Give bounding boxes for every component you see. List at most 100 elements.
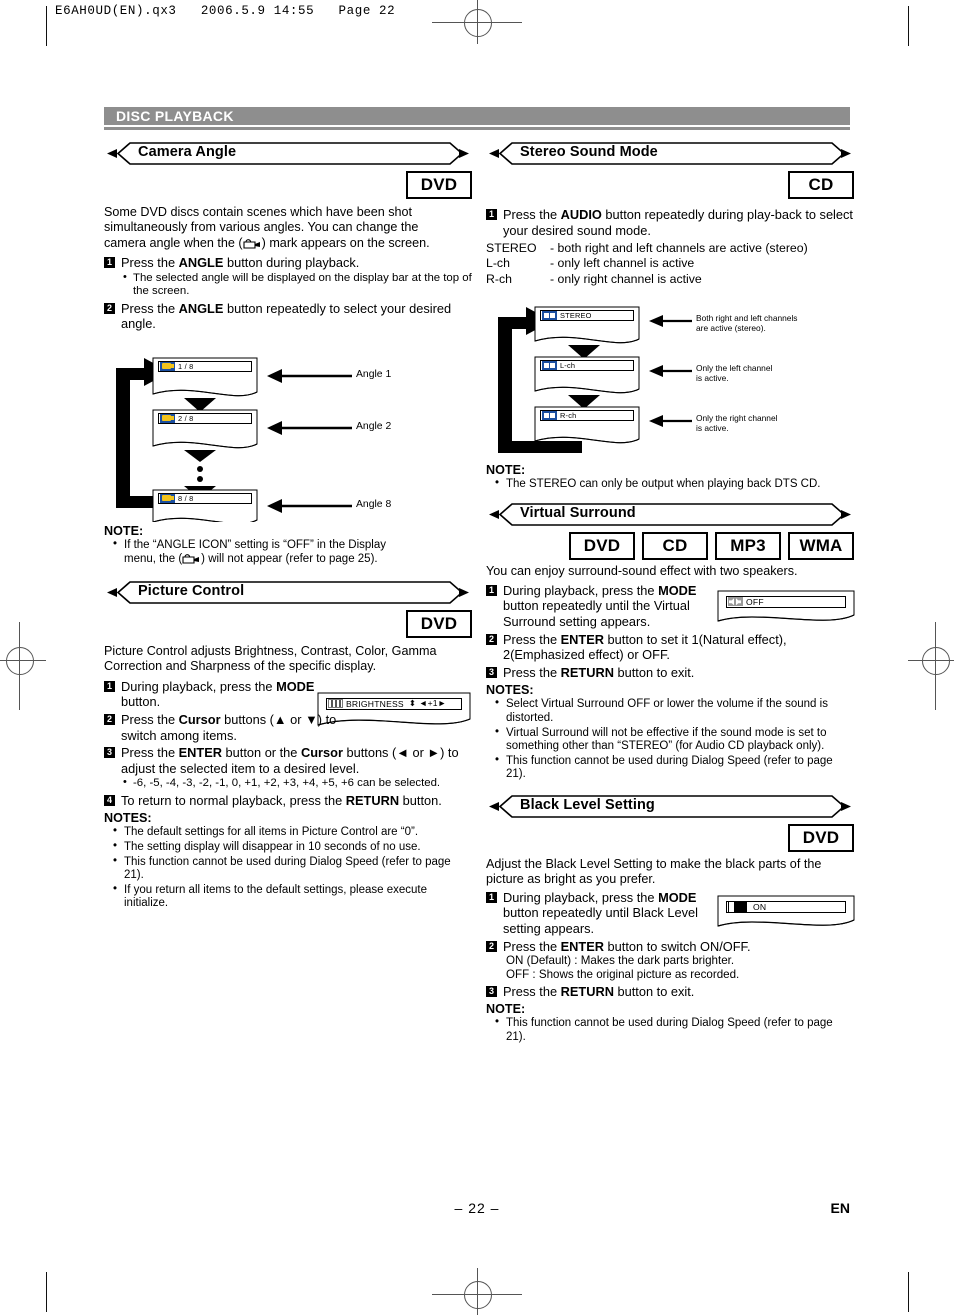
registration-cross-top-h <box>432 22 522 23</box>
step-button-name: RETURN <box>560 664 614 680</box>
angle-icon <box>160 361 175 371</box>
callout-line-1: Only the right channel <box>696 412 778 423</box>
step-number: 3 <box>486 666 497 678</box>
step-button-name: MODE <box>658 889 697 905</box>
note-item: If you return all items to the default s… <box>104 883 472 911</box>
note-item: If the “ANGLE ICON” setting is “OFF” in … <box>104 538 472 567</box>
intro-line-3a: camera angle when the ( <box>104 235 243 250</box>
black-level-note-head: NOTE: <box>486 1002 526 1017</box>
flow-label-angle-2: Angle 2 <box>356 420 392 432</box>
definition-desc: - only right channel is active <box>550 271 702 286</box>
definition-term: STEREO <box>486 241 537 256</box>
crop-mark-left-bottom <box>46 1272 47 1312</box>
osd-value: ⬍ ◄+1► <box>408 698 447 709</box>
virtual-surround-notes-list: Select Virtual Surround OFF or lower the… <box>486 697 854 782</box>
osd-value: 2 / 8 <box>178 413 194 423</box>
osd-bar-brightness: BRIGHTNESS ⬍ ◄+1► <box>326 697 462 710</box>
step-text-pre: Press the <box>503 207 561 222</box>
section-title: Camera Angle <box>138 144 237 160</box>
section-header-stereo-sound-mode: Stereo Sound Mode <box>486 140 854 167</box>
flow-label-angle-8: Angle 8 <box>356 498 392 510</box>
definition-term: L-ch <box>486 256 510 271</box>
picture-control-notes-head: NOTES: <box>104 811 152 826</box>
step-text-pre: Press the <box>121 745 179 761</box>
crop-mark-right-bottom <box>908 1272 909 1312</box>
osd-bar-virtual-surround: OFF <box>726 595 846 608</box>
osd-value: OFF <box>746 596 764 607</box>
step-button-name-2: Cursor <box>300 745 343 761</box>
format-badges-black-level: DVD <box>486 823 854 852</box>
virtual-surround-step-2: 2 Press the ENTER button to set it 1(Nat… <box>486 632 854 663</box>
note-item: The default settings for all items in Pi… <box>104 825 472 840</box>
black-level-osd-screen: ON <box>710 892 862 945</box>
registration-mark-right <box>922 647 950 675</box>
virtual-surround-intro: You can enjoy surround-sound effect with… <box>486 564 798 579</box>
step-text-pre: During playback, press the <box>503 582 659 598</box>
section-title: Stereo Sound Mode <box>520 144 658 160</box>
stereo-note-head: NOTE: <box>486 462 526 477</box>
osd-value: 8 / 8 <box>178 493 194 503</box>
chapter-title: DISC PLAYBACK <box>116 108 234 124</box>
format-badge-cd: CD <box>788 171 854 199</box>
definition-desc: - only left channel is active <box>550 256 695 271</box>
angle-icon <box>160 493 175 503</box>
step-number: 3 <box>104 747 115 759</box>
step-number: 2 <box>486 633 497 645</box>
section-title: Picture Control <box>138 583 245 599</box>
format-badge-dvd: DVD <box>406 610 472 638</box>
step-number: 1 <box>104 257 115 269</box>
angle-mark-icon <box>182 554 200 564</box>
format-badge-dvd: DVD <box>569 532 635 561</box>
intro-line-2: Correction and Sharpness of the specific… <box>104 659 377 674</box>
registration-cross-right-v <box>935 622 936 710</box>
black-level-intro: Adjust the Black Level Setting to make t… <box>486 857 854 888</box>
picture-control-notes-list: The default settings for all items in Pi… <box>104 825 472 911</box>
step-button-name: RETURN <box>345 792 400 808</box>
format-badge-wma: WMA <box>788 532 854 561</box>
osd-value: STEREO <box>560 310 592 320</box>
stereo-definitions: STEREO - both right and left channels ar… <box>486 241 854 287</box>
format-badges-virtual-surround: DVD CD MP3 WMA <box>486 532 854 561</box>
note-line-2a: menu, the ( <box>124 553 183 566</box>
callout-r-ch: Only the right channel is active. <box>696 413 777 434</box>
format-badge-dvd: DVD <box>788 823 854 852</box>
osd-bar-angle-2: 2 / 8 <box>158 412 252 424</box>
black-level-step-2-sub-off: OFF : Shows the original picture as reco… <box>506 967 740 981</box>
registration-cross-bottom-h <box>432 1294 522 1295</box>
step-number: 2 <box>486 940 497 952</box>
virtual-surround-step-block: OFF 1 During playback, press the MODE bu… <box>486 582 855 630</box>
registration-cross-left-h <box>0 660 46 661</box>
registration-cross-bottom-v <box>477 1268 478 1315</box>
intro-line-2: simultaneously from various angles. You … <box>104 220 419 235</box>
camera-angle-note-list: If the “ANGLE ICON” setting is “OFF” in … <box>104 538 472 567</box>
camera-angle-flow-diagram: 1 / 8 2 / 8 8 / 8 Angle 1 Angle 2 Angle … <box>104 336 472 522</box>
step-text-pre: Press the <box>121 255 179 271</box>
picture-control-step-3: 3 Press the ENTER button or the Cursor b… <box>104 745 472 776</box>
intro-line-1: Some DVD discs contain scenes which have… <box>104 205 413 219</box>
note-item: The STEREO can only be output when playi… <box>486 477 854 492</box>
angle-mark-icon <box>243 238 260 249</box>
angle-icon <box>160 413 175 423</box>
step-text-pre: Press the <box>121 712 179 727</box>
definition-term: R-ch <box>486 271 512 286</box>
flow-label-angle-1: Angle 1 <box>356 368 392 380</box>
registration-mark-bottom <box>464 1281 492 1309</box>
page-number: – 22 – <box>454 1200 500 1216</box>
step-text-pre: To return to normal playback, press the <box>121 792 346 808</box>
step-button-name: ENTER <box>560 938 604 954</box>
picture-control-step-2: 2 Press the Cursor buttons (▲ or ▼) to s… <box>104 712 339 743</box>
format-badge-cd: CD <box>642 532 708 561</box>
intro-line-1: Adjust the Black Level Setting to make t… <box>486 856 822 871</box>
intro-line-2: picture as bright as you prefer. <box>486 872 656 887</box>
callout-line-1: Both right and left channels <box>696 312 798 323</box>
camera-angle-intro: Some DVD discs contain scenes which have… <box>104 205 472 251</box>
step-text-post: button to exit. <box>613 664 695 680</box>
osd-bar-r-ch: R-ch <box>540 409 634 421</box>
black-level-step-block: ON 1 During playback, press the MODE but… <box>486 889 855 937</box>
step-button-name-1: ENTER <box>178 745 222 761</box>
camera-angle-step-1: 1 Press the ANGLE button during playback… <box>104 255 472 271</box>
registration-cross-right-h <box>908 660 954 661</box>
format-badge-dvd: DVD <box>406 171 472 199</box>
audio-icon <box>542 310 557 320</box>
picture-control-intro: Picture Control adjusts Brightness, Cont… <box>104 644 472 675</box>
